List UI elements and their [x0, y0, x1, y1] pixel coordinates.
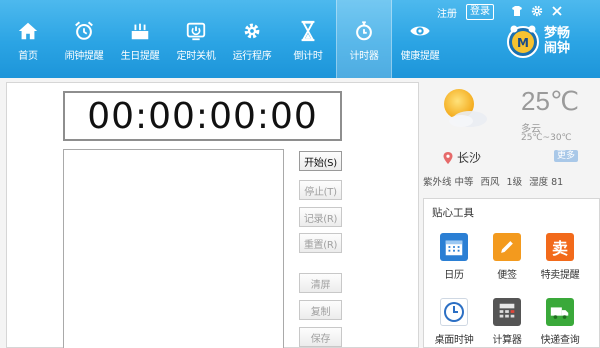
- weather-details: 紫外线 中等 西风 1级 湿度 81: [423, 174, 600, 188]
- home-icon: [18, 22, 38, 40]
- copy-button[interactable]: 复制: [299, 300, 342, 320]
- nav-birthday[interactable]: 生日提醒: [112, 0, 168, 78]
- nav-shutdown[interactable]: 定时关机: [168, 0, 224, 78]
- gear-icon: [244, 23, 260, 39]
- tool-notes[interactable]: 便签: [479, 233, 535, 281]
- svg-text:M: M: [517, 36, 529, 50]
- temperature-range: 25℃~30℃: [521, 133, 572, 143]
- tool-label: 计算器: [492, 335, 522, 346]
- tool-label: 特卖提醒: [540, 270, 580, 281]
- save-button[interactable]: 保存: [299, 327, 342, 347]
- window-controls: [509, 3, 565, 19]
- alarm-clock-icon: [75, 21, 93, 40]
- tool-label: 桌面时钟: [434, 335, 474, 346]
- nav-countdown[interactable]: 倒计时: [280, 0, 336, 78]
- sale-glyph: 卖: [551, 239, 568, 258]
- close-icon: [552, 6, 562, 16]
- tool-calendar[interactable]: 日历: [426, 233, 482, 281]
- location-pin-icon: [443, 151, 453, 164]
- desktop-clock-icon: [440, 298, 468, 326]
- stopwatch-icon: [356, 21, 372, 41]
- settings-icon: [531, 5, 543, 17]
- calendar-icon: [440, 233, 468, 261]
- nav-alarm[interactable]: 闹钟提醒: [56, 0, 112, 78]
- clear-button[interactable]: 清屏: [299, 273, 342, 293]
- uv-index: 紫外线 中等: [423, 177, 474, 188]
- partly-cloudy-icon: [444, 89, 487, 127]
- hourglass-icon: [301, 20, 315, 42]
- wind-direction: 西风: [480, 177, 500, 188]
- more-weather-button[interactable]: 更多: [554, 150, 579, 162]
- timer-display: 00:00:00:00: [63, 91, 342, 141]
- nav-label: 定时关机: [176, 51, 216, 62]
- nav-label: 生日提醒: [120, 51, 160, 62]
- sale-icon: 卖: [546, 233, 574, 261]
- skin-button[interactable]: [509, 3, 525, 19]
- tools-box: 贴心工具 日历 便签 卖 特卖提醒 桌面时钟 计算器 快递查询: [423, 198, 600, 348]
- nav-label: 运行程序: [232, 51, 272, 62]
- nav-label: 闹钟提醒: [64, 51, 104, 62]
- reset-button[interactable]: 重置(R): [299, 233, 342, 253]
- eye-icon: [410, 26, 430, 36]
- temperature: 25℃: [521, 86, 580, 116]
- nav-stopwatch[interactable]: 计时器: [336, 0, 392, 78]
- shirt-icon: [512, 6, 522, 16]
- sidebar-panel: 25℃ 多云 25℃~30℃ 长沙 更多 紫外线 中等 西风 1级 湿度 81 …: [423, 78, 600, 348]
- stopwatch-panel: 00:00:00:00 开始(S) 停止(T) 记录(R) 重置(R) 清屏 复…: [6, 82, 419, 348]
- tool-label: 日历: [444, 270, 464, 281]
- city-selector[interactable]: 长沙: [443, 149, 481, 166]
- birthday-cake-icon: [131, 23, 149, 40]
- truck-icon: [546, 298, 574, 326]
- nav-label: 首页: [18, 51, 38, 62]
- brand-line-1: 梦畅: [544, 26, 571, 41]
- nav-run-program[interactable]: 运行程序: [224, 0, 280, 78]
- close-button[interactable]: [549, 3, 565, 19]
- nav-home[interactable]: 首页: [0, 0, 56, 78]
- logo-clock-icon: M: [507, 25, 539, 58]
- register-link[interactable]: 注册: [432, 5, 462, 20]
- brand-name: 梦畅 闹钟: [544, 26, 578, 56]
- weather-widget: 25℃ 多云 25℃~30℃ 长沙 更多 紫外线 中等 西风 1级 湿度 81: [423, 78, 600, 196]
- main-nav: 首页 闹钟提醒 生日提醒 定时关机 运行程序 倒计时 计时器 健康提醒: [0, 0, 448, 78]
- top-bar: 首页 闹钟提醒 生日提醒 定时关机 运行程序 倒计时 计时器 健康提醒 注册 登…: [0, 0, 600, 78]
- nav-label: 健康提醒: [400, 51, 440, 62]
- tool-label: 快递查询: [540, 335, 580, 346]
- start-button[interactable]: 开始(S): [299, 151, 342, 171]
- tool-label: 便签: [497, 270, 517, 281]
- city-name: 长沙: [457, 151, 482, 165]
- tools-title: 贴心工具: [432, 207, 474, 219]
- power-icon: [186, 22, 206, 41]
- login-button[interactable]: 登录: [466, 4, 494, 20]
- calculator-icon: [493, 298, 521, 326]
- pencil-icon: [493, 233, 521, 261]
- stop-button[interactable]: 停止(T): [299, 180, 342, 200]
- app-logo: M 梦畅 闹钟: [506, 24, 578, 58]
- brand-line-2: 闹钟: [544, 41, 571, 56]
- account-links: 注册 登录: [432, 3, 494, 21]
- tool-sale-reminder[interactable]: 卖 特卖提醒: [532, 233, 588, 281]
- wind-level: 1级: [506, 177, 523, 188]
- record-button[interactable]: 记录(R): [299, 207, 342, 227]
- tool-express-query[interactable]: 快递查询: [532, 298, 588, 346]
- lap-record-list[interactable]: [63, 149, 284, 348]
- nav-label: 倒计时: [293, 51, 323, 62]
- tool-desktop-clock[interactable]: 桌面时钟: [426, 298, 482, 346]
- nav-label: 计时器: [349, 51, 379, 62]
- humidity: 湿度 81: [529, 177, 564, 188]
- settings-button[interactable]: [529, 3, 545, 19]
- tool-calculator[interactable]: 计算器: [479, 298, 535, 346]
